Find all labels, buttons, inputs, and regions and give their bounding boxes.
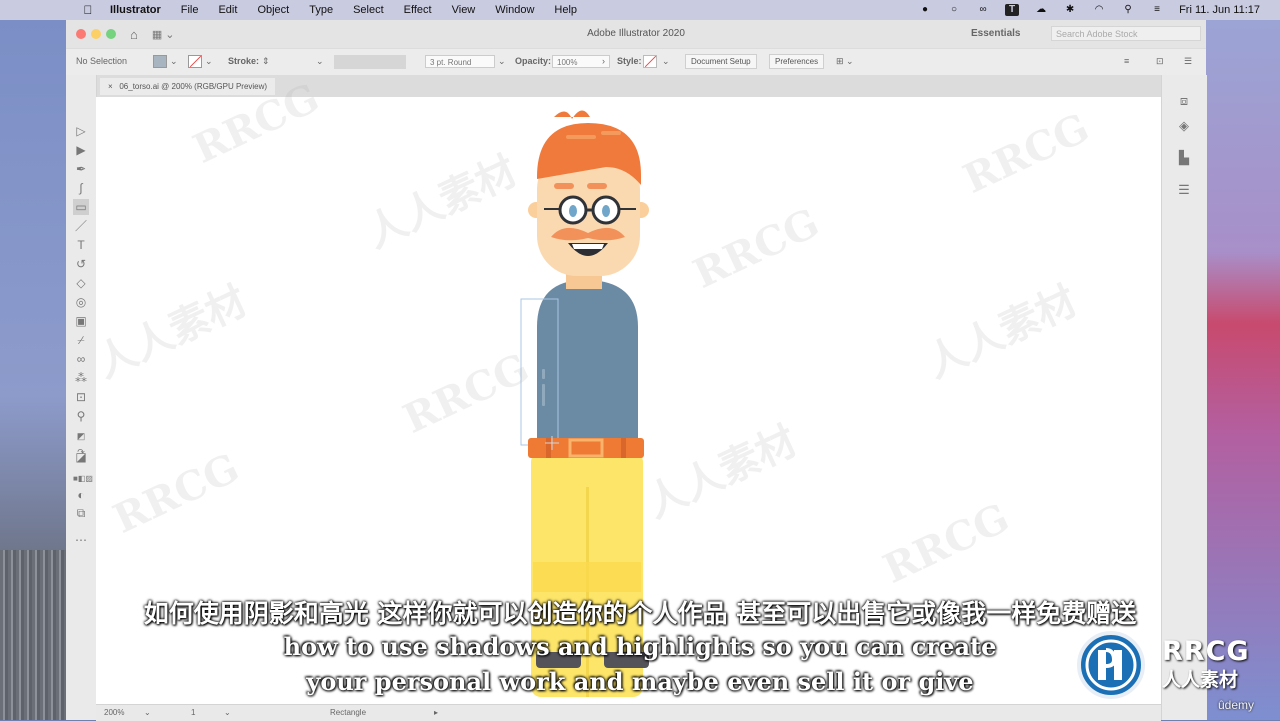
- arrange-documents-icon[interactable]: ⊞ ⌄: [836, 56, 854, 67]
- control-bar: No Selection ⌄ ⌄ Stroke: ⇕ ⌄ 3 pt. Round…: [66, 48, 1206, 77]
- stroke-label[interactable]: Stroke:: [228, 56, 259, 66]
- curvature-tool-icon[interactable]: ∫: [73, 180, 89, 196]
- close-window-button[interactable]: [76, 29, 86, 39]
- stroke-dropdown-icon[interactable]: ⌄: [205, 56, 213, 67]
- brush-definition[interactable]: 3 pt. Round: [425, 55, 495, 68]
- edit-toolbar-icon[interactable]: ⋯: [73, 532, 89, 548]
- shape-builder-tool-icon[interactable]: ◎: [73, 294, 89, 310]
- opacity-arrow-icon[interactable]: ›: [602, 56, 605, 66]
- rectangle-tool-icon[interactable]: ▭: [73, 199, 89, 215]
- zoom-level[interactable]: 200%: [104, 708, 124, 717]
- search-bubble-icon[interactable]: ○: [947, 4, 961, 16]
- drawing-mode-icon[interactable]: ◐: [73, 487, 89, 503]
- artboard-tool-icon[interactable]: ⊡: [73, 389, 89, 405]
- menu-object[interactable]: Object: [257, 4, 289, 16]
- rotate-tool-icon[interactable]: ↺: [73, 256, 89, 272]
- selection-tool-icon[interactable]: ▷: [73, 123, 89, 139]
- rrcg-logo-icon: [1077, 631, 1145, 699]
- document-tab[interactable]: × 06_torso.ai @ 200% (RGB/GPU Preview): [100, 78, 276, 95]
- workspace-layout-icon[interactable]: ▦ ⌄: [152, 28, 175, 41]
- title-bar: ⌂ ▦ ⌄ Adobe Illustrator 2020 Essentials …: [66, 20, 1206, 48]
- style-dropdown-icon[interactable]: ⌄: [662, 56, 670, 67]
- gradient-tool-icon[interactable]: ▣: [73, 313, 89, 329]
- blend-tool-icon[interactable]: ∞: [73, 351, 89, 367]
- menu-file[interactable]: File: [181, 4, 199, 16]
- menu-type[interactable]: Type: [309, 4, 333, 16]
- shirt: [537, 280, 638, 441]
- paintbrush-tool-icon[interactable]: ／: [73, 218, 89, 234]
- close-tab-icon[interactable]: ×: [108, 82, 113, 91]
- document-tab-label[interactable]: 06_torso.ai @ 200% (RGB/GPU Preview): [119, 82, 267, 91]
- clock[interactable]: Fri 11. Jun 11:17: [1179, 4, 1260, 16]
- default-colors-icon[interactable]: ◩ ↷: [73, 428, 89, 457]
- text-t-icon[interactable]: T: [1005, 4, 1020, 16]
- home-icon[interactable]: ⌂: [130, 27, 138, 42]
- udemy-logo: ûdemy: [1218, 698, 1255, 712]
- artboard-number[interactable]: 1: [191, 708, 195, 717]
- creative-cloud-icon[interactable]: ∞: [976, 4, 990, 16]
- document-setup-button[interactable]: Document Setup: [685, 54, 757, 69]
- menu-help[interactable]: Help: [554, 4, 577, 16]
- menu-app-name[interactable]: Illustrator: [110, 4, 161, 16]
- properties-panel-icon[interactable]: ⧈: [1176, 93, 1192, 109]
- libraries-panel-icon[interactable]: ▙: [1176, 150, 1192, 166]
- fill-dropdown-icon[interactable]: ⌄: [170, 56, 178, 67]
- cloud-upload-icon[interactable]: ☁: [1034, 4, 1048, 16]
- eraser-tool-icon[interactable]: ◇: [73, 275, 89, 291]
- rrcg-brand-cn: 人人素材: [1162, 669, 1239, 691]
- color-mode-icon[interactable]: ■◧▨: [73, 471, 93, 487]
- style-swatch[interactable]: [643, 55, 657, 68]
- transform-icon[interactable]: ⊡: [1156, 56, 1164, 67]
- fill-stroke-icon[interactable]: ◪: [73, 449, 89, 465]
- control-center-icon[interactable]: ≡: [1150, 4, 1164, 16]
- brush-dropdown-icon[interactable]: ⌄: [498, 56, 506, 67]
- direct-selection-tool-icon[interactable]: ▶: [73, 142, 89, 158]
- status-arrow-icon[interactable]: ▸: [434, 708, 438, 717]
- menu-effect[interactable]: Effect: [404, 4, 432, 16]
- variable-width-profile[interactable]: [334, 55, 406, 69]
- stroke-weight-dropdown-icon[interactable]: ⌄: [316, 56, 324, 67]
- document-tab-bar: × 06_torso.ai @ 200% (RGB/GPU Preview): [96, 75, 1206, 97]
- panel-options-icon[interactable]: ☰: [1176, 182, 1192, 198]
- stroke-swatch[interactable]: [188, 55, 202, 68]
- stroke-weight-stepper[interactable]: ⇕: [262, 56, 270, 67]
- opacity-label[interactable]: Opacity:: [515, 56, 551, 66]
- menu-edit[interactable]: Edit: [218, 4, 237, 16]
- preferences-button[interactable]: Preferences: [769, 54, 825, 69]
- selection-status: No Selection: [76, 56, 128, 66]
- artboard-dropdown-icon[interactable]: ⌄: [224, 708, 231, 717]
- zoom-tool-icon[interactable]: ⚲: [73, 408, 89, 424]
- rrcg-brand: RRCG: [1162, 636, 1250, 667]
- menu-window[interactable]: Window: [495, 4, 534, 16]
- subtitle-chinese: 如何使用阴影和高光 这样你就可以创造你的个人作品 甚至可以出售它或像我一样免费赠…: [143, 599, 1137, 628]
- wifi-icon[interactable]: ◠: [1092, 4, 1106, 16]
- style-label[interactable]: Style:: [617, 56, 642, 66]
- current-tool-status: Rectangle: [330, 708, 367, 717]
- status-bar: 200% ⌄ 1 ⌄ Rectangle ▸: [96, 704, 1161, 721]
- stock-search-input[interactable]: Search Adobe Stock: [1051, 26, 1201, 41]
- zoom-window-button[interactable]: [106, 29, 116, 39]
- menu-view[interactable]: View: [452, 4, 476, 16]
- align-icon[interactable]: ≡: [1124, 56, 1129, 66]
- apple-icon[interactable]: : [80, 3, 96, 17]
- zoom-dropdown-icon[interactable]: ⌄: [144, 708, 151, 717]
- pen-tool-icon[interactable]: ✒: [73, 161, 89, 177]
- window-title: Adobe Illustrator 2020: [587, 28, 685, 39]
- layers-panel-icon[interactable]: ◈: [1176, 118, 1192, 134]
- bluetooth-icon[interactable]: ✱: [1063, 4, 1077, 16]
- fill-swatch[interactable]: [153, 55, 167, 68]
- eyedropper-tool-icon[interactable]: ⌿: [73, 332, 89, 348]
- rrcg-logo-text: RRCG 人人素材: [1162, 636, 1280, 692]
- menu-select[interactable]: Select: [353, 4, 384, 16]
- type-tool-icon[interactable]: T: [73, 237, 89, 253]
- minimize-window-button[interactable]: [91, 29, 101, 39]
- workspace-switcher[interactable]: Essentials: [971, 28, 1020, 39]
- menu-bar:  Illustrator File Edit Object Type Sele…: [0, 0, 1280, 20]
- record-icon[interactable]: ●: [918, 4, 932, 16]
- spotlight-search-icon[interactable]: ⚲: [1121, 4, 1135, 16]
- belt: [528, 438, 644, 458]
- panel-menu-icon[interactable]: ☰: [1184, 56, 1192, 67]
- screen-mode-icon[interactable]: ⧉: [73, 505, 89, 521]
- symbol-sprayer-tool-icon[interactable]: ⁂: [73, 370, 89, 386]
